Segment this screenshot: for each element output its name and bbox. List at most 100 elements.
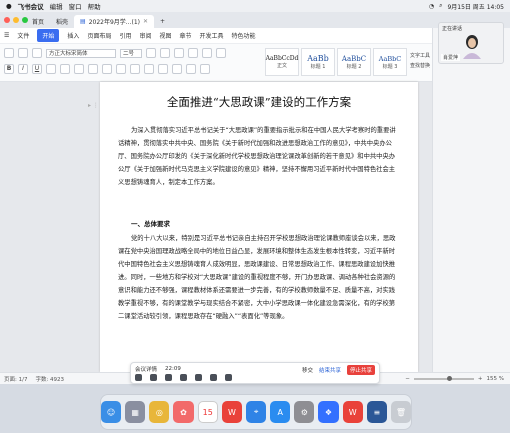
photos-app-icon[interactable]: ✿ — [173, 401, 194, 423]
ribbon-layout[interactable]: 页面布局 — [87, 31, 111, 40]
subscript-icon[interactable] — [74, 64, 84, 74]
ribbon-references[interactable]: 引用 — [119, 31, 131, 40]
wps-app-icon[interactable]: W — [221, 401, 243, 423]
shading-icon[interactable] — [186, 64, 196, 74]
justify-icon[interactable] — [158, 64, 168, 74]
indent-icon[interactable] — [216, 48, 226, 58]
new-tab-button[interactable]: + — [154, 15, 171, 28]
share-screen-icon[interactable] — [165, 374, 172, 381]
formatting-toolbar: 方正大标宋简体 二号 B I U AaBbCcDd 正文 AaBb 标题 1 A… — [0, 44, 432, 82]
menubar-datetime[interactable]: 9月15日 周五 14:05 — [447, 2, 504, 11]
record-icon[interactable] — [210, 374, 217, 381]
menubar-item-edit[interactable]: 编辑 — [50, 1, 63, 11]
font-name-select[interactable]: 方正大标宋简体 — [46, 48, 116, 58]
line-spacing-icon[interactable] — [172, 64, 182, 74]
appstore-glyph: A — [277, 407, 283, 417]
launchpad-app-icon[interactable]: ▦ — [125, 401, 146, 423]
safari-glyph: ⌖ — [253, 407, 259, 416]
strikethrough-icon[interactable] — [46, 64, 56, 74]
zoom-slider[interactable] — [413, 375, 474, 381]
end-share-button[interactable]: 结束共享 — [319, 366, 341, 374]
document-page[interactable]: 全面推进“大思政课”建设的工作方案 为深入贯彻落实习近平总书记关于“大思政课”的… — [100, 82, 418, 372]
align-left-icon[interactable] — [116, 64, 126, 74]
wifi-icon[interactable]: ◔ — [429, 3, 434, 10]
settings-app-icon[interactable]: ⚙ — [294, 401, 315, 423]
safari-app-icon[interactable]: ⌖ — [246, 401, 267, 423]
ribbon-file[interactable]: 文件 — [17, 31, 29, 40]
clear-format-icon[interactable] — [174, 48, 184, 58]
mac-dock: ☺ ▦ ◎ ✿ 15 W ⌖ A ⚙ ❖ W ≡ 🗑 — [100, 394, 412, 430]
ribbon-review[interactable]: 审阅 — [139, 31, 151, 40]
feishu-glyph: ❖ — [324, 407, 333, 417]
word-count[interactable]: 字数: 4923 — [35, 375, 64, 383]
style-heading-3[interactable]: AaBbC 标题 3 — [373, 48, 407, 76]
tab-home[interactable]: 首页 — [26, 15, 50, 28]
trash-app-icon[interactable]: 🗑 — [390, 401, 411, 423]
close-tab-icon[interactable]: ✕ — [143, 18, 148, 25]
photos-glyph: ✿ — [180, 407, 187, 417]
borders-icon[interactable] — [200, 64, 210, 74]
numbering-icon[interactable] — [202, 48, 212, 58]
appstore-app-icon[interactable]: A — [270, 401, 291, 423]
video-thumbnail[interactable]: 正在讲话 肖爱萍 — [438, 22, 504, 64]
shrink-font-icon[interactable] — [160, 48, 170, 58]
search-icon[interactable]: ⌕ — [439, 2, 442, 10]
underline-icon[interactable]: U — [32, 64, 42, 74]
microphone-icon[interactable] — [135, 374, 142, 381]
paste-icon[interactable] — [4, 48, 14, 58]
format-painter-icon[interactable] — [32, 48, 42, 58]
align-right-icon[interactable] — [144, 64, 154, 74]
apple-icon[interactable]: ● — [6, 2, 12, 10]
chat-icon[interactable] — [195, 374, 202, 381]
cut-icon[interactable] — [18, 48, 28, 58]
word-app-icon[interactable]: ≡ — [366, 401, 387, 423]
zoom-window-button[interactable] — [22, 17, 28, 23]
bullets-icon[interactable] — [188, 48, 198, 58]
chrome-app-icon[interactable]: ◎ — [149, 401, 170, 423]
wps-doc-app-icon[interactable]: W — [342, 401, 363, 423]
zoom-level[interactable]: 155 % — [487, 376, 504, 382]
menubar-item-help[interactable]: 帮助 — [88, 1, 101, 11]
calendar-app-icon[interactable]: 15 — [197, 401, 218, 423]
style-heading-1[interactable]: AaBb 标题 1 — [301, 48, 335, 76]
finder-app-icon[interactable]: ☺ — [101, 401, 122, 423]
close-window-button[interactable] — [4, 17, 10, 23]
zoom-in-icon[interactable]: + — [478, 376, 483, 382]
tab-document[interactable]: ▤ 2022年9月学...(1) ✕ — [74, 15, 155, 28]
italic-icon[interactable]: I — [18, 64, 28, 74]
participants-icon[interactable] — [180, 374, 187, 381]
feishu-app-icon[interactable]: ❖ — [318, 401, 339, 423]
find-replace-button[interactable]: 查找替换 — [410, 62, 430, 69]
style-normal[interactable]: AaBbCcDd 正文 — [265, 48, 299, 76]
minimize-window-button[interactable] — [13, 17, 19, 23]
ribbon-features[interactable]: 特色功能 — [232, 31, 256, 40]
font-size-select[interactable]: 二号 — [120, 48, 142, 58]
ribbon-view[interactable]: 视图 — [159, 31, 171, 40]
stop-share-button[interactable]: 停止共享 — [346, 365, 375, 375]
align-center-icon[interactable] — [130, 64, 140, 74]
zoom-knob[interactable] — [446, 375, 452, 381]
ribbon-home[interactable]: 开始 — [37, 29, 60, 42]
style-heading-2[interactable]: AaBbC 标题 2 — [337, 48, 371, 76]
menu-icon[interactable]: ☰ — [4, 32, 9, 39]
ribbon-devtools[interactable]: 开发工具 — [200, 31, 224, 40]
ribbon-insert[interactable]: 插入 — [67, 31, 79, 40]
highlight-icon[interactable] — [102, 64, 112, 74]
heading-collapse-icon[interactable]: ▸ ⋮ — [88, 102, 99, 109]
meeting-details-button[interactable]: 会议详情 — [135, 365, 157, 373]
handover-button[interactable]: 移交 — [302, 366, 313, 374]
menubar-app-name[interactable]: 飞书会议 — [18, 1, 44, 11]
superscript-icon[interactable] — [60, 64, 70, 74]
text-tools-button[interactable]: 文字工具 — [410, 52, 430, 59]
font-color-icon[interactable] — [88, 64, 98, 74]
bold-icon[interactable]: B — [4, 64, 14, 74]
tab-docer[interactable]: 稻壳 — [50, 15, 74, 28]
menubar-item-window[interactable]: 窗口 — [69, 1, 82, 11]
camera-icon[interactable] — [150, 374, 157, 381]
ribbon-sections[interactable]: 章节 — [180, 31, 192, 40]
more-icon[interactable] — [225, 374, 232, 381]
zoom-out-icon[interactable]: − — [405, 376, 410, 382]
grow-font-icon[interactable] — [146, 48, 156, 58]
screen: ● 飞书会议 编辑 窗口 帮助 ◔ ⌕ 9月15日 周五 14:05 首页 稻壳… — [0, 0, 510, 433]
page-count[interactable]: 页面: 1/7 — [4, 375, 27, 383]
